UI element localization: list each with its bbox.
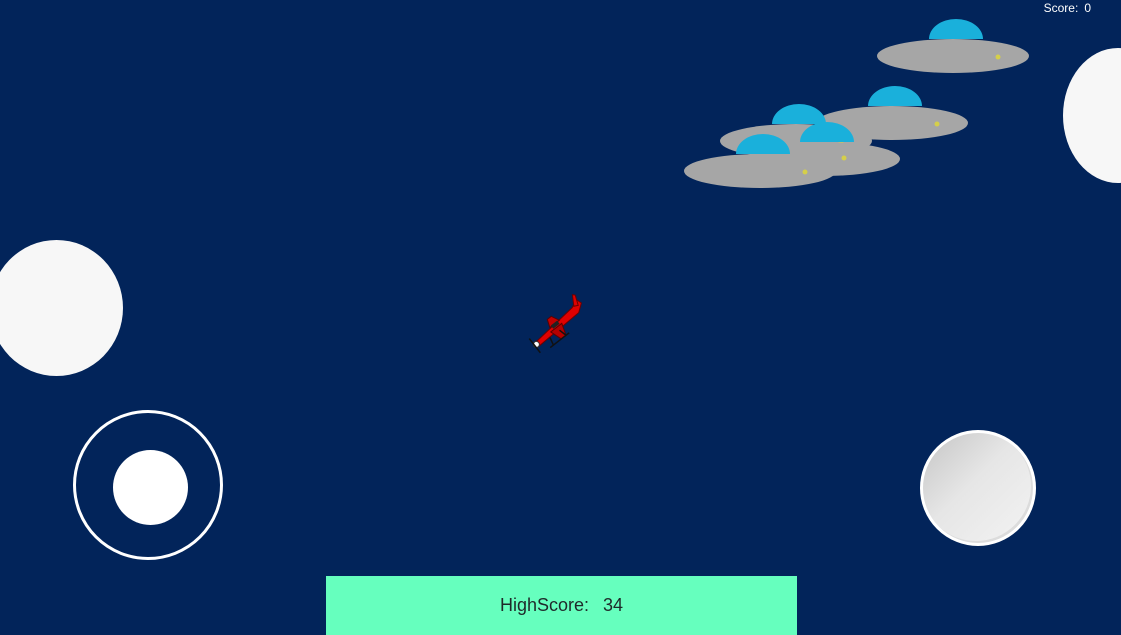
- joystick-knob[interactable]: [113, 450, 188, 525]
- ufo-enemy: [877, 19, 1029, 79]
- game-canvas[interactable]: Score: 0 HighScore: 34: [0, 0, 1121, 635]
- score-label: Score:: [1043, 1, 1079, 15]
- virtual-joystick[interactable]: [73, 410, 223, 560]
- cloud-right: [1063, 48, 1121, 183]
- highscore-label: HighScore:: [499, 595, 589, 615]
- highscore-value: 34: [603, 595, 624, 615]
- player-airplane: [522, 292, 594, 358]
- score-value: 0: [1084, 1, 1091, 15]
- fire-button[interactable]: [920, 430, 1036, 546]
- score-display: Score: 0: [1044, 1, 1091, 15]
- cloud-left: [0, 240, 123, 376]
- highscore-panel: HighScore: 34: [326, 576, 797, 635]
- ufo-enemy: [684, 134, 836, 194]
